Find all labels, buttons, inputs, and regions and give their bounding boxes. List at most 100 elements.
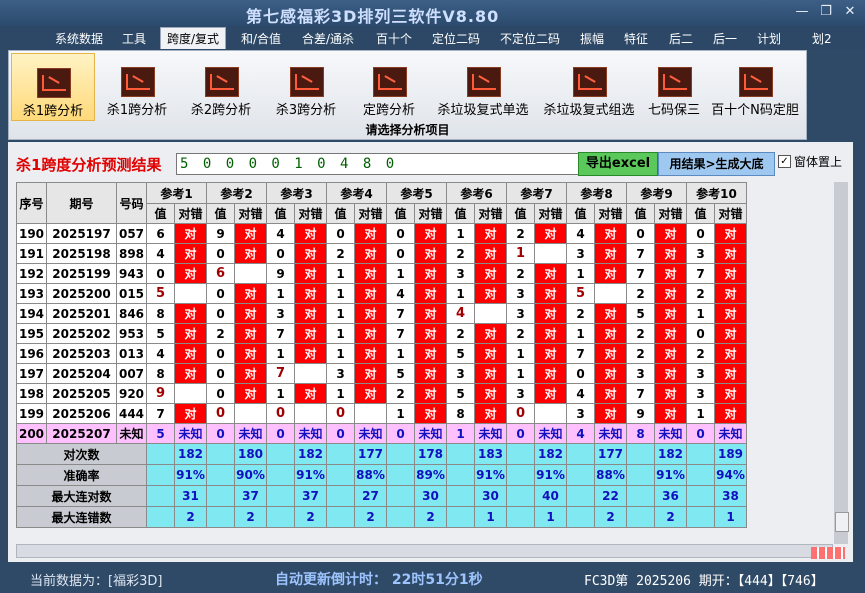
stats-row: 对次数 182 180 182 177 178 183 182 177 182 189 xyxy=(16,443,747,465)
hit-cell: 对 xyxy=(714,323,747,344)
ref-value: 8 xyxy=(446,403,475,424)
hit-cell: 对 xyxy=(714,243,747,264)
ref-header: 参考2 xyxy=(206,182,267,204)
draw-number: 953 xyxy=(116,323,147,344)
ribbon-junk-group[interactable]: 杀垃圾复式组选 xyxy=(537,53,641,119)
hit-cell: 对 xyxy=(234,223,267,244)
ref-value: 3 xyxy=(566,403,595,424)
menu-span-compound[interactable]: 跨度/复式 xyxy=(160,27,227,49)
predicted-value: 0 xyxy=(506,423,535,444)
hit-cell: 对 xyxy=(474,283,507,304)
issue-number: 2025197 xyxy=(46,223,117,244)
ribbon-kill1-span-selected[interactable]: 杀1跨分析 xyxy=(11,53,95,121)
predicted-value: 0 xyxy=(326,423,355,444)
chart-icon xyxy=(573,67,607,97)
ref-value: 1 xyxy=(506,343,535,364)
stats-spacer xyxy=(686,485,715,507)
stats-spacer xyxy=(446,443,475,465)
menu-last1[interactable]: 后一 xyxy=(713,30,737,47)
scroll-thumb[interactable] xyxy=(835,512,849,532)
ribbon-kill2-span[interactable]: 杀2跨分析 xyxy=(181,53,261,119)
hit-cell: 对 xyxy=(354,303,387,324)
hit-cell: 对 xyxy=(174,363,207,384)
stats-value: 2 xyxy=(294,506,327,528)
hit-cell: 对 xyxy=(534,303,567,324)
ref-value: 3 xyxy=(446,263,475,284)
resize-grip-icon[interactable] xyxy=(811,547,845,559)
restore-icon[interactable]: ❐ xyxy=(816,4,836,19)
ref-value: 5 xyxy=(566,283,595,304)
stats-spacer xyxy=(566,464,595,486)
menu-diff-kill[interactable]: 合差/通杀 xyxy=(302,30,354,47)
menu-amplitude[interactable]: 振幅 xyxy=(580,30,604,47)
column-header: 期号 xyxy=(46,182,117,224)
export-excel-button[interactable]: 导出excel xyxy=(578,152,658,176)
ref-value: 1 xyxy=(326,283,355,304)
ribbon-kill1-span[interactable]: 杀1跨分析 xyxy=(97,53,177,119)
ref-header: 参考5 xyxy=(386,182,447,204)
hit-cell: 对 xyxy=(654,363,687,384)
pin-window-checkbox[interactable]: ✓ xyxy=(778,155,791,168)
ref-value: 3 xyxy=(326,363,355,384)
menu-plan2[interactable]: 划2 xyxy=(812,30,832,47)
hit-cell: 对 xyxy=(354,363,387,384)
stats-spacer xyxy=(386,464,415,486)
analysis-panel: 杀1跨度分析预测结果 5 0 0 0 0 1 0 4 8 0 导出excel 用… xyxy=(8,142,853,562)
hit-cell: 对 xyxy=(234,363,267,384)
menu-last2[interactable]: 后二 xyxy=(669,30,693,47)
ribbon-fixed-span[interactable]: 定跨分析 xyxy=(351,53,427,119)
draw-number: 057 xyxy=(116,223,147,244)
close-icon[interactable]: ✕ xyxy=(840,4,860,19)
ref-value: 1 xyxy=(506,363,535,384)
menu-tools[interactable]: 工具 xyxy=(122,30,146,47)
stats-row: 最大连错数 2 2 2 2 2 1 1 2 2 1 xyxy=(16,506,747,528)
generate-base-button[interactable]: 用结果>生成大底 xyxy=(658,152,775,176)
miss-cell xyxy=(234,403,267,424)
ribbon-seven-three[interactable]: 七码保三 xyxy=(643,53,705,119)
draw-number: 013 xyxy=(116,343,147,364)
ref-value: 2 xyxy=(206,323,235,344)
menu-feature[interactable]: 特征 xyxy=(624,30,648,47)
stats-spacer xyxy=(326,506,355,528)
stats-label: 准确率 xyxy=(16,464,147,486)
ref-value: 0 xyxy=(386,243,415,264)
ref-value: 3 xyxy=(566,243,595,264)
result-value-field[interactable]: 5 0 0 0 0 1 0 4 8 0 xyxy=(176,153,585,175)
hit-cell: 对 xyxy=(714,263,747,284)
ref-value: 4 xyxy=(386,283,415,304)
hit-cell: 对 xyxy=(354,263,387,284)
hit-cell: 对 xyxy=(534,383,567,404)
menu-system-data[interactable]: 系统数据 xyxy=(55,30,103,47)
row-index: 193 xyxy=(16,283,47,304)
stats-value: 91% xyxy=(474,464,507,486)
window-title: 第七感福彩3D排列三软件V8.80 xyxy=(246,7,500,26)
ref-value: 7 xyxy=(626,263,655,284)
value-subheader: 值 xyxy=(266,203,295,224)
unknown-status: 未知 xyxy=(534,423,567,444)
ribbon-kill3-span[interactable]: 杀3跨分析 xyxy=(266,53,346,119)
menu-bsg[interactable]: 百十个 xyxy=(376,30,412,47)
stats-value: 2 xyxy=(594,506,627,528)
menu-pos2[interactable]: 定位二码 xyxy=(432,30,480,47)
horizontal-scrollbar[interactable] xyxy=(16,544,833,558)
stats-value: 1 xyxy=(474,506,507,528)
vertical-scrollbar[interactable] xyxy=(834,182,849,544)
hit-cell: 对 xyxy=(234,383,267,404)
stats-spacer xyxy=(626,506,655,528)
hit-cell: 对 xyxy=(654,263,687,284)
menu-plan[interactable]: 计划 xyxy=(757,30,781,47)
row-index: 196 xyxy=(16,343,47,364)
menu-nonpos2[interactable]: 不定位二码 xyxy=(500,30,560,47)
minimize-icon[interactable]: — xyxy=(792,4,812,19)
hit-cell: 对 xyxy=(534,343,567,364)
ribbon-junk-single[interactable]: 杀垃圾复式单选 xyxy=(431,53,535,119)
hit-cell: 对 xyxy=(414,283,447,304)
stats-value: 2 xyxy=(234,506,267,528)
table-row: 194 2025201 846 8 对 0 对 3 对 1 对 7 对 4 3 对 2 对 5 对 1 对 xyxy=(16,303,747,324)
status-bar: 当前数据为：[福彩3D] 自动更新倒计时： 22时51分1秒 FC3D第 202… xyxy=(0,564,865,593)
unknown-status: 未知 xyxy=(354,423,387,444)
selected-cell xyxy=(146,506,175,528)
ribbon-bsg-n-dan[interactable]: 百十个N码定胆 xyxy=(707,53,803,119)
ref-value: 5 xyxy=(146,323,175,344)
menu-sum[interactable]: 和/合值 xyxy=(241,30,281,47)
